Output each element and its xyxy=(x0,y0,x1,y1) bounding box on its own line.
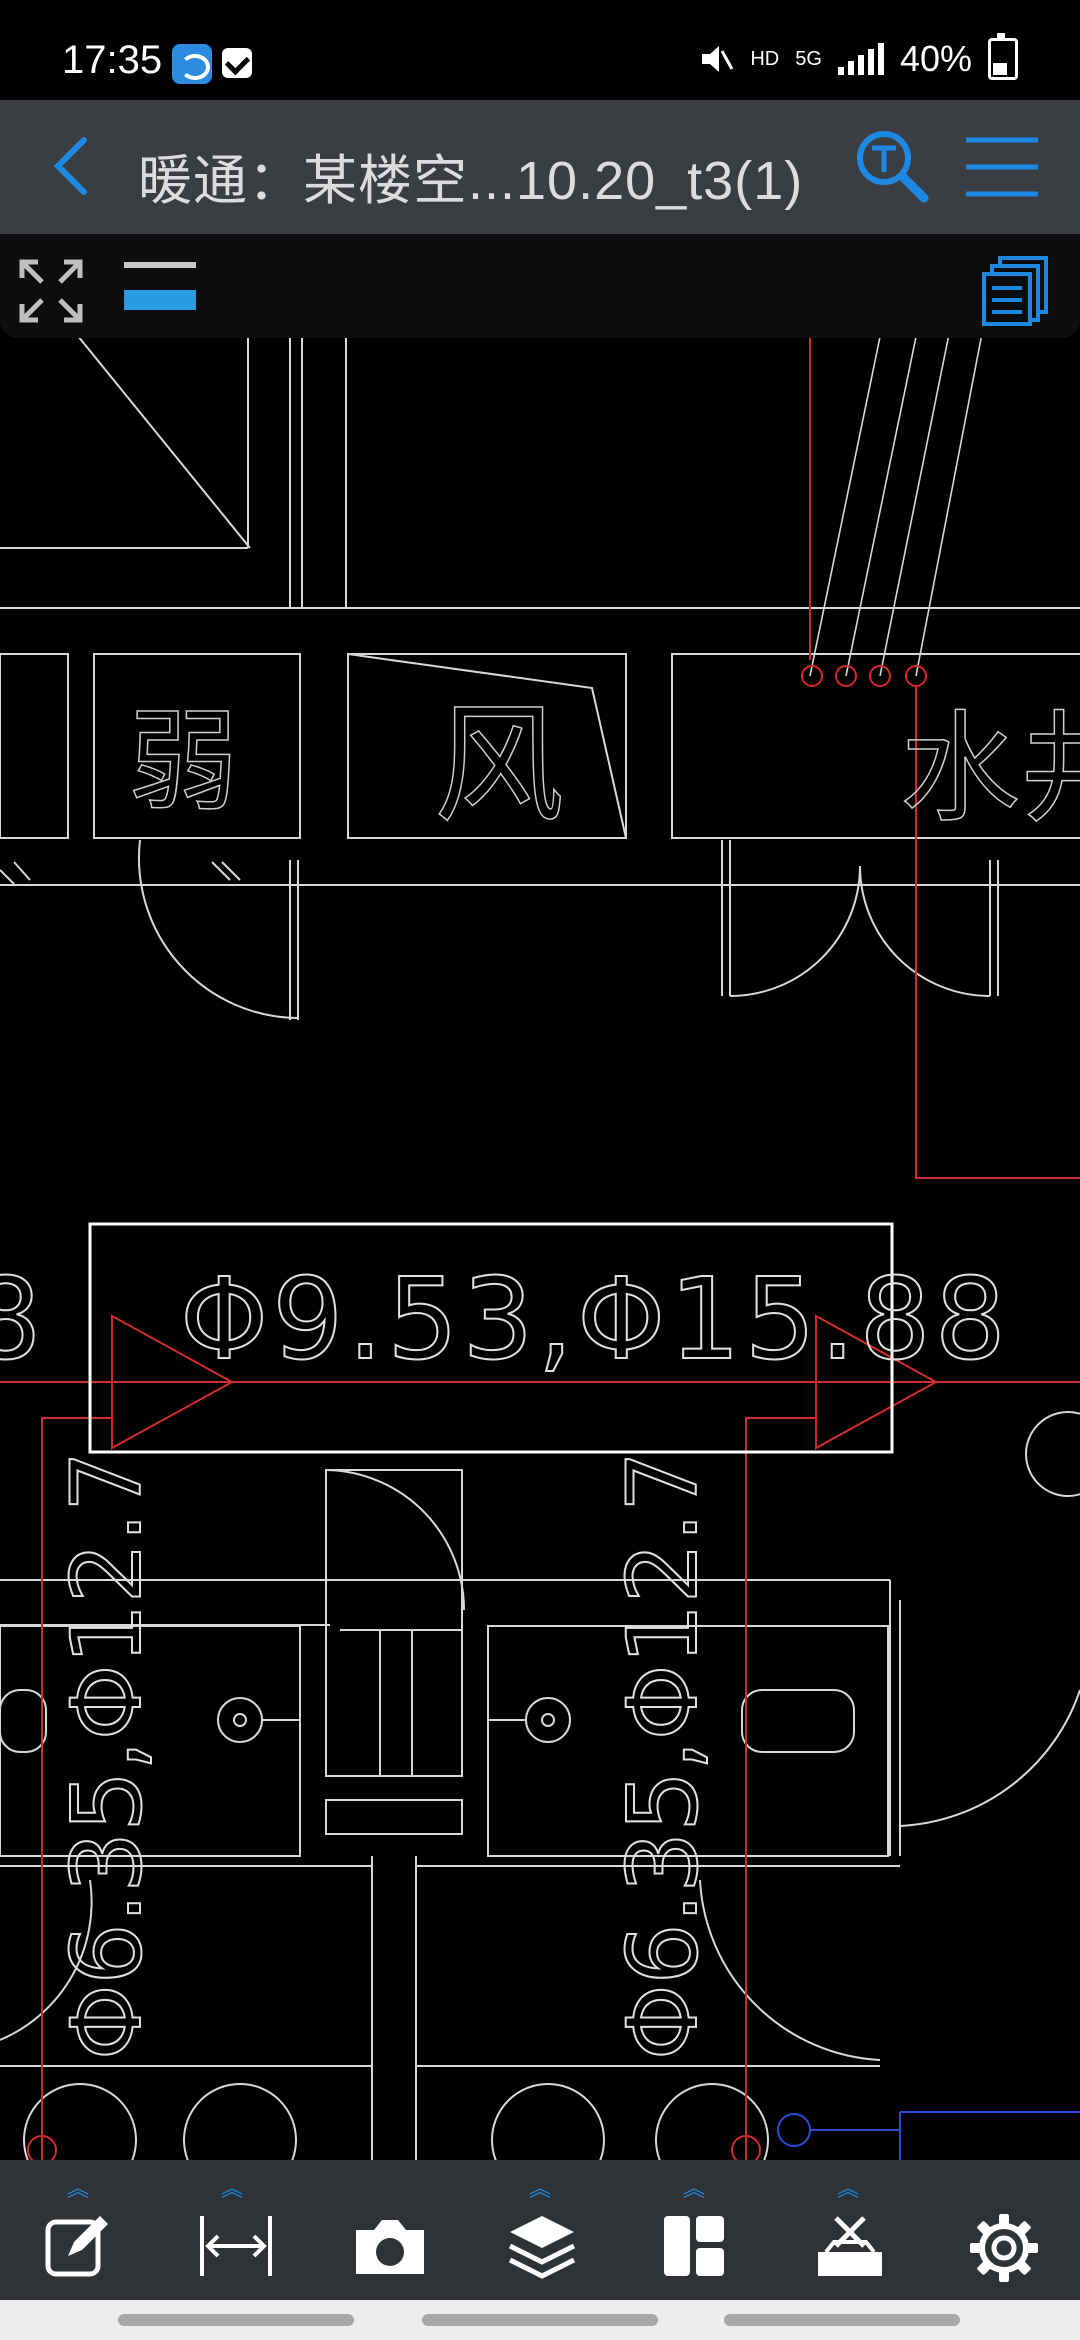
diagonal-line xyxy=(0,239,251,549)
text-search-button[interactable] xyxy=(852,126,932,206)
fullscreen-button[interactable] xyxy=(14,254,88,328)
chevron-left-icon xyxy=(53,137,87,195)
fixture-arc xyxy=(699,1879,881,2061)
expand-chevron-icon: ︽ xyxy=(682,2176,705,2201)
edit-markup-icon xyxy=(45,2216,108,2277)
measure-distance-icon xyxy=(200,2216,272,2276)
battery-icon xyxy=(988,33,1018,80)
document-title: 暖通：某楼空...10.20_t3(1) xyxy=(138,151,804,211)
back-button[interactable] xyxy=(36,126,116,206)
quick-tools-strip xyxy=(0,234,1080,338)
line-style-button[interactable] xyxy=(120,254,200,320)
mute-icon xyxy=(702,46,734,72)
network-label: 5G xyxy=(795,48,822,70)
status-time: 17:35 xyxy=(62,38,163,82)
system-nav-bar xyxy=(0,2300,1080,2340)
hamburger-menu-icon xyxy=(966,137,1038,197)
app-notification-icon xyxy=(172,44,212,84)
expand-arrows-icon xyxy=(19,259,83,323)
layers-icon xyxy=(508,2216,576,2279)
status-indicators: HD 5G 40% xyxy=(698,33,1018,80)
room-label-weak: 弱 xyxy=(128,698,238,826)
expand-chevron-icon: ︽ xyxy=(66,2176,89,2201)
tools-box-icon xyxy=(818,2216,882,2276)
check-notification-icon xyxy=(222,48,252,78)
settings-button[interactable] xyxy=(952,2178,1052,2288)
expand-chevron-icon: ︽ xyxy=(528,2176,551,2201)
expand-chevron-icon: ︽ xyxy=(220,2176,243,2201)
app-header: 暖通：某楼空...10.20_t3(1) xyxy=(0,100,1080,234)
camera-icon xyxy=(356,2220,424,2274)
vertical-pipe-label-right: Φ6.35,Φ12.7 xyxy=(607,1451,719,2060)
door-swing xyxy=(138,839,299,1019)
room-label-water: 水井 xyxy=(900,700,1080,839)
measure-tool-button[interactable]: ︽ xyxy=(182,2178,282,2288)
drawing-canvas[interactable]: 弱 风 水井 Φ9.53,Φ15.88 8 Φ6.35,Φ12.7 Φ6.35,… xyxy=(0,234,1080,2197)
toolbox-button[interactable]: ︽ xyxy=(798,2178,898,2288)
nav-home[interactable] xyxy=(422,2314,658,2326)
signal-icon xyxy=(837,43,884,75)
hd-label: HD xyxy=(750,48,780,70)
vertical-pipe-label-left: Φ6.35,Φ12.7 xyxy=(51,1451,163,2060)
nav-back[interactable] xyxy=(724,2314,960,2326)
layers-button[interactable]: ︽ xyxy=(490,2178,590,2288)
battery-percent: 40% xyxy=(899,38,972,79)
nav-recents[interactable] xyxy=(118,2314,354,2326)
room-box-edge xyxy=(0,653,69,839)
status-bar: 17:35 HD 5G 40% xyxy=(0,0,1080,100)
line-weight-color-icon xyxy=(124,262,196,310)
pages-button[interactable] xyxy=(978,254,1052,328)
door-swing xyxy=(325,1469,465,1611)
settings-gear-icon xyxy=(970,2214,1038,2282)
markup-tool-button[interactable]: ︽ xyxy=(28,2178,128,2288)
camera-button[interactable] xyxy=(336,2178,436,2288)
cad-drawing: 弱 风 水井 Φ9.53,Φ15.88 8 Φ6.35,Φ12.7 Φ6.35,… xyxy=(0,234,1080,2197)
room-label-wind: 风 xyxy=(434,689,564,841)
pipe-spec-label: Φ9.53,Φ15.88 xyxy=(180,1255,1010,1385)
layout-icon xyxy=(664,2216,724,2276)
layout-button[interactable]: ︽ xyxy=(644,2178,744,2288)
left-fragment-label: 8 xyxy=(0,1255,41,1385)
fixture-arc xyxy=(899,1689,1080,1827)
layout-pages-icon xyxy=(982,256,1048,326)
text-search-icon xyxy=(857,131,929,203)
expand-chevron-icon: ︽ xyxy=(836,2176,859,2201)
bottom-toolbar: ︽ ︽ ︽ ︽ ︽ xyxy=(0,2160,1080,2300)
partial-symbol xyxy=(1025,1411,1080,1497)
menu-button[interactable] xyxy=(962,132,1042,202)
